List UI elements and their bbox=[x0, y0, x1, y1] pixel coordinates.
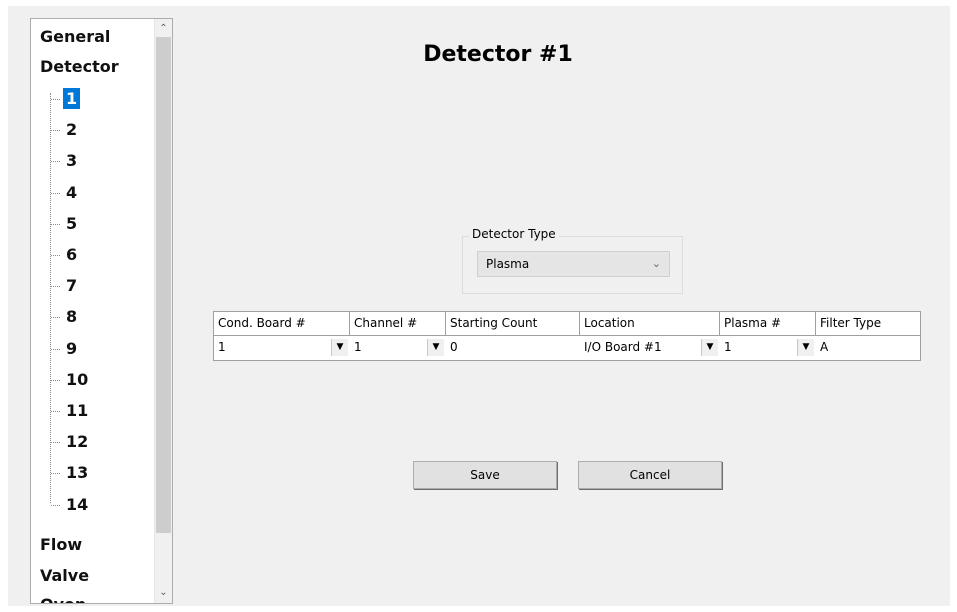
tree-connector bbox=[51, 411, 60, 412]
dropdown-arrow-icon[interactable]: ▼ bbox=[797, 339, 814, 356]
tree-connector bbox=[51, 130, 60, 132]
tree-scrollbar[interactable]: ⌃ ⌄ bbox=[154, 19, 172, 603]
tree-item-label: 11 bbox=[66, 401, 89, 420]
dropdown-arrow-icon[interactable]: ▼ bbox=[427, 339, 444, 356]
tree-item-label: 8 bbox=[66, 307, 78, 327]
grid-cell-value: 0 bbox=[450, 340, 458, 354]
tree-connector bbox=[51, 473, 60, 475]
tree-item-detector-13[interactable]: 13 bbox=[63, 459, 91, 487]
settings-tree[interactable]: General Detector 1 2 3 4 5 6 7 8 9 10 11 12 13 14 Flo… bbox=[30, 18, 173, 604]
grid-cell[interactable]: I/O Board #1 ▼ bbox=[580, 336, 720, 359]
tree-item-detector-10[interactable]: 10 bbox=[63, 366, 91, 394]
settings-window: General Detector 1 2 3 4 5 6 7 8 9 10 11 12 13 14 Flo… bbox=[8, 6, 950, 606]
dropdown-arrow-icon[interactable]: ▼ bbox=[701, 339, 718, 356]
tree-item-detector-5[interactable]: 5 bbox=[63, 210, 80, 238]
column-header: Starting Count bbox=[446, 312, 580, 335]
tree-item-detector[interactable]: Detector bbox=[40, 53, 119, 81]
tree-connector bbox=[51, 348, 60, 350]
grid-cell-value: 1 bbox=[218, 340, 226, 354]
column-header: Location bbox=[580, 312, 720, 335]
tree-item-label: 7 bbox=[66, 276, 78, 296]
tree-connector bbox=[51, 99, 60, 100]
tree-connector bbox=[51, 255, 60, 256]
grid-cell-value: 1 bbox=[354, 340, 362, 354]
grid-cell[interactable]: 1 ▼ bbox=[214, 336, 350, 359]
tree-item-detector-11[interactable]: 11 bbox=[63, 397, 91, 425]
tree-item-oven[interactable]: Oven bbox=[40, 591, 86, 603]
tree-connector bbox=[51, 161, 60, 163]
tree-connector bbox=[51, 379, 60, 381]
cancel-button[interactable]: Cancel bbox=[578, 461, 722, 489]
grid-cell[interactable]: 1 ▼ bbox=[350, 336, 446, 359]
tree-item-detector-2[interactable]: 2 bbox=[63, 116, 80, 144]
column-header: Cond. Board # bbox=[214, 312, 350, 335]
tree-connector bbox=[51, 192, 60, 194]
detector-grid: Cond. Board # Channel # Starting Count Loca… bbox=[213, 311, 921, 361]
chevron-down-icon[interactable]: ⌄ bbox=[155, 584, 172, 601]
detector-type-value: Plasma bbox=[486, 257, 530, 271]
tree-connector bbox=[51, 317, 60, 319]
column-header: Channel # bbox=[350, 312, 446, 335]
chevron-up-icon[interactable]: ⌃ bbox=[155, 20, 172, 37]
tree-item-flow[interactable]: Flow bbox=[40, 531, 82, 559]
tree-item-label: 10 bbox=[66, 369, 89, 389]
tree-item-label: 14 bbox=[66, 494, 89, 514]
tree-item-general[interactable]: General bbox=[40, 23, 110, 51]
chevron-down-icon: ⌄ bbox=[651, 257, 661, 270]
table-row: 1 ▼ 1 ▼ 0 I/O Board #1 ▼ 1 ▼ A bbox=[214, 336, 920, 359]
grid-cell[interactable]: A bbox=[816, 336, 920, 359]
column-header: Filter Type bbox=[820, 316, 882, 330]
tree-item-detector-7[interactable]: 7 bbox=[63, 272, 80, 300]
tree-item-detector-14[interactable]: 14 bbox=[63, 491, 91, 519]
tree-item-label: 5 bbox=[66, 213, 78, 233]
tree-item-label: 3 bbox=[66, 151, 78, 171]
tree-item-detector-3[interactable]: 3 bbox=[63, 147, 80, 175]
grid-cell[interactable]: 1 ▼ bbox=[720, 336, 816, 359]
page-title: Detector #1 bbox=[423, 42, 573, 67]
tree-item-detector-1[interactable]: 1 bbox=[63, 85, 81, 113]
detector-type-label: Detector Type bbox=[469, 227, 559, 241]
tree-item-label: 9 bbox=[66, 338, 78, 358]
dropdown-arrow-icon[interactable]: ▼ bbox=[331, 339, 348, 356]
grid-cell-value: I/O Board #1 bbox=[584, 340, 662, 354]
grid-cell-value: 1 bbox=[724, 340, 732, 354]
tree-connector bbox=[51, 286, 60, 288]
grid-cell-value: A bbox=[820, 340, 829, 354]
grid-cell[interactable]: 0 bbox=[446, 336, 580, 359]
tree-item-label: 2 bbox=[66, 120, 78, 140]
tree-item-valve[interactable]: Valve bbox=[40, 562, 89, 590]
column-header: Plasma # bbox=[720, 312, 816, 335]
tree-item-label: 13 bbox=[66, 463, 89, 483]
grid-header: Cond. Board # Channel # Starting Count Loca… bbox=[214, 312, 920, 335]
tree-item-detector-12[interactable]: 12 bbox=[63, 428, 91, 456]
tree-item-detector-9[interactable]: 9 bbox=[63, 335, 80, 363]
save-button[interactable]: Save bbox=[413, 461, 557, 489]
tree-item-label: 1 bbox=[63, 88, 81, 109]
tree-item-label: 6 bbox=[66, 245, 78, 264]
tree-item-label: 12 bbox=[66, 432, 89, 452]
tree-item-label: 4 bbox=[66, 182, 78, 202]
tree-connector bbox=[51, 442, 60, 444]
tree-connector bbox=[51, 223, 60, 225]
detector-type-select[interactable]: Plasma ⌄ bbox=[477, 251, 670, 277]
tree-item-detector-8[interactable]: 8 bbox=[63, 303, 80, 331]
tree-item-detector-6[interactable]: 6 bbox=[63, 241, 80, 269]
tree-connector bbox=[51, 504, 60, 506]
scrollbar-thumb[interactable] bbox=[156, 37, 171, 533]
tree-item-detector-4[interactable]: 4 bbox=[63, 179, 80, 207]
